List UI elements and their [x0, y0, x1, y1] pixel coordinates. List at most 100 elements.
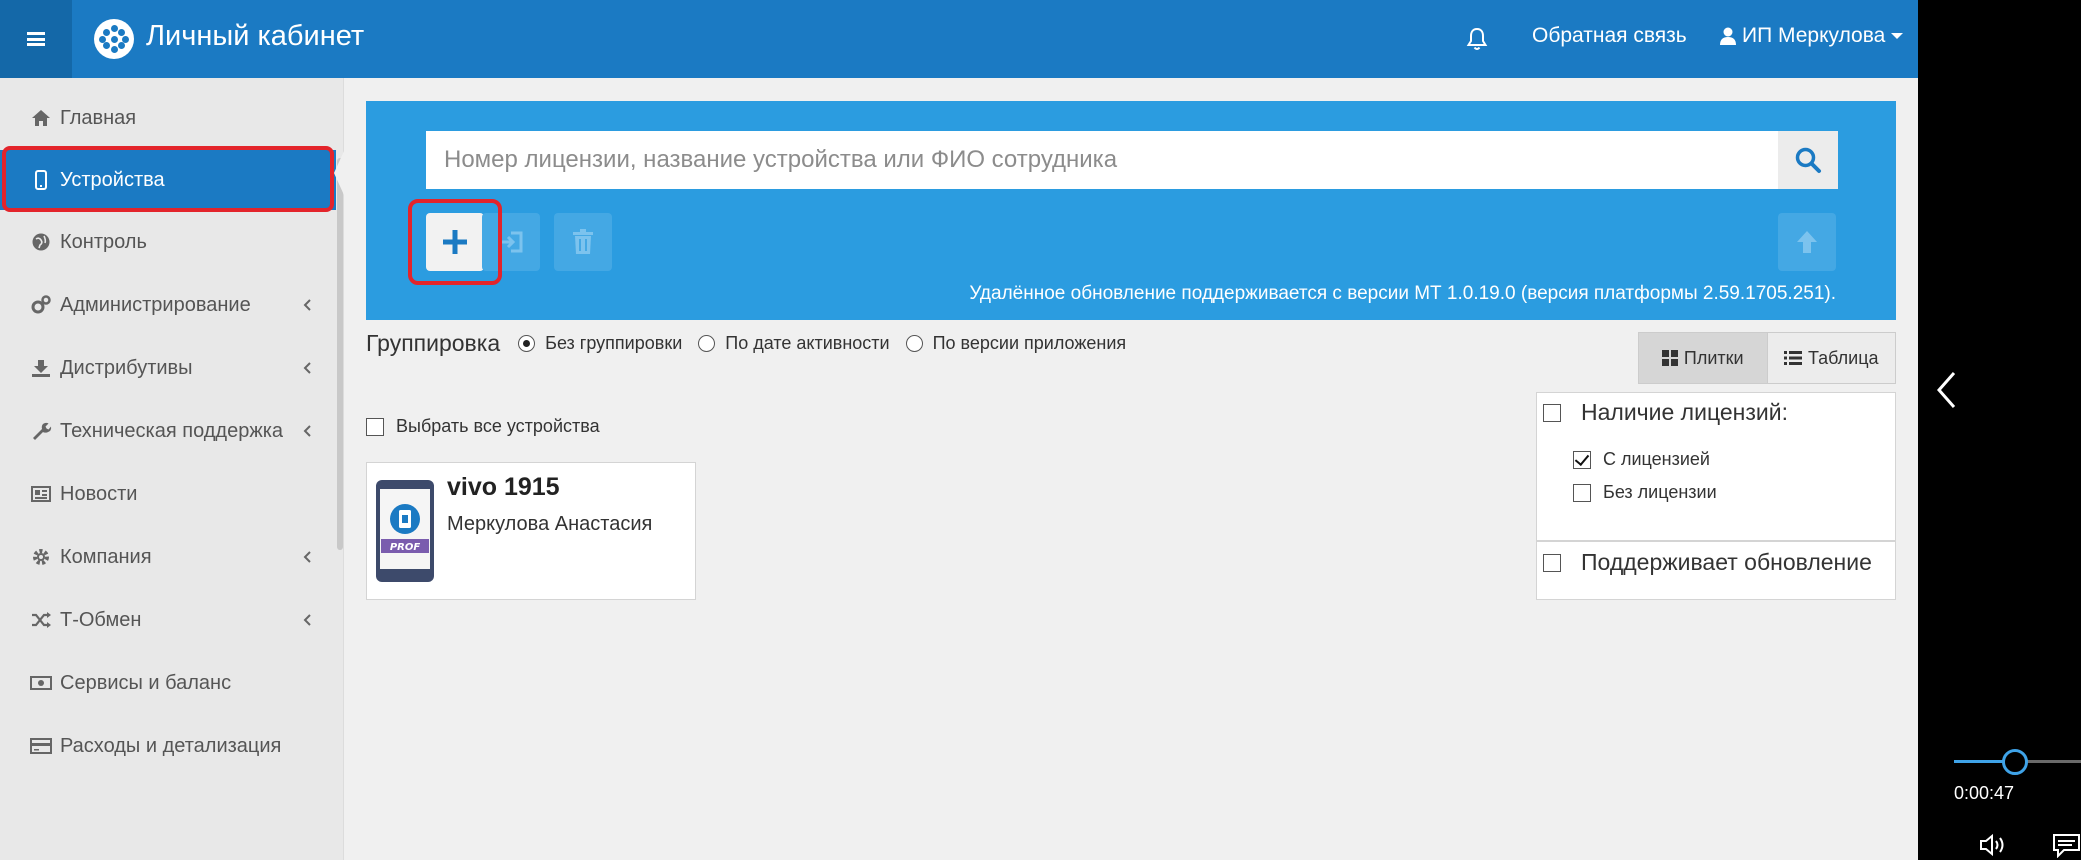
filter-licenses[interactable]: Наличие лицензий:	[1543, 399, 1788, 426]
sidebar-item-label: Устройства	[60, 168, 165, 191]
grouping-bar: Группировка Без группировки По дате акти…	[366, 330, 1142, 357]
money-icon	[30, 676, 52, 690]
feedback-link[interactable]: Обратная связь	[1532, 24, 1687, 48]
sidebar-item-expenses[interactable]: Расходы и детализация	[0, 716, 336, 776]
search-button[interactable]	[1778, 131, 1838, 189]
divider	[1537, 540, 1895, 542]
sidebar-item-label: Т-Обмен	[60, 608, 142, 631]
filter-without-license[interactable]: Без лицензии	[1573, 482, 1717, 503]
device-phone-icon: PROF	[376, 480, 434, 582]
supports-update-label: Поддерживает обновление	[1581, 549, 1872, 575]
search-panel: Удалённое обновление поддерживается с ве…	[366, 101, 1896, 320]
trash-icon	[573, 229, 593, 254]
sidebar-item-distributions[interactable]: Дистрибутивы	[0, 338, 336, 398]
th-large-icon	[1661, 350, 1678, 366]
sidebar-item-home[interactable]: Главная	[0, 88, 336, 148]
sidebar-item-label: Сервисы и баланс	[60, 671, 232, 694]
device-tile[interactable]: PROF vivo 1915 Меркулова Анастасия	[366, 462, 696, 600]
mobile-icon	[35, 170, 47, 190]
list-icon	[1783, 351, 1802, 365]
sidebar-item-news[interactable]: Новости	[0, 464, 336, 524]
sidebar-item-label: Новости	[60, 482, 138, 505]
licenses-title: Наличие лицензий:	[1581, 399, 1788, 425]
sidebar-scrollbar[interactable]	[337, 158, 343, 550]
sidebar-item-support[interactable]: Техническая поддержка	[0, 401, 336, 461]
with-license-label: С лицензией	[1603, 449, 1710, 469]
licenses-checkbox[interactable]	[1543, 403, 1561, 422]
sidebar-item-administration[interactable]: Администрирование	[0, 275, 336, 335]
filter-with-license[interactable]: С лицензией	[1573, 449, 1710, 470]
gear-icon	[33, 549, 49, 565]
bell-icon[interactable]	[1465, 26, 1489, 52]
search-icon	[1795, 147, 1821, 173]
radio-no-grouping[interactable]: Без группировки	[518, 333, 682, 354]
sign-in-icon	[499, 231, 523, 253]
upload-button[interactable]	[1778, 213, 1836, 271]
sidebar-item-label: Дистрибутивы	[60, 356, 193, 379]
sidebar-item-label: Расходы и детализация	[60, 734, 282, 757]
import-button[interactable]	[482, 213, 540, 271]
table-view-button[interactable]: Таблица	[1767, 333, 1895, 383]
playback-time: 0:00:47	[1954, 783, 2015, 803]
plus-icon	[443, 230, 467, 254]
captions-icon[interactable]	[2052, 832, 2081, 858]
radio-by-app-version[interactable]: По версии приложения	[905, 333, 1127, 354]
tiles-view-label: Плитки	[1683, 347, 1744, 368]
newspaper-icon	[31, 486, 51, 502]
hamburger-icon	[27, 32, 45, 46]
sidebar-item-label: Главная	[60, 106, 137, 129]
select-all-checkbox[interactable]	[366, 417, 384, 436]
delete-button[interactable]	[554, 213, 612, 271]
sidebar-item-control[interactable]: Контроль	[0, 212, 336, 272]
radio-label: Без группировки	[545, 333, 683, 353]
sidebar-item-devices[interactable]: Устройства	[0, 150, 336, 210]
supports-update-checkbox[interactable]	[1543, 553, 1561, 572]
radio-button[interactable]	[518, 335, 536, 352]
active-item-pointer	[334, 151, 344, 195]
radio-button[interactable]	[905, 335, 923, 352]
radio-button[interactable]	[698, 335, 716, 352]
chevron-left-icon[interactable]	[1934, 370, 1960, 410]
with-license-checkbox[interactable]	[1573, 450, 1591, 469]
logo-icon	[94, 19, 134, 59]
chevron-left-icon	[303, 299, 311, 311]
arrow-up-icon	[1797, 231, 1817, 253]
radio-label: По версии приложения	[932, 333, 1127, 353]
sidebar-item-t-exchange[interactable]: Т-Обмен	[0, 590, 336, 650]
radio-label: По дате активности	[725, 333, 890, 353]
sidebar-item-services-balance[interactable]: Сервисы и баланс	[0, 653, 336, 713]
view-toggle: Плитки Таблица	[1638, 332, 1896, 384]
user-menu[interactable]: ИП Меркулова	[1720, 24, 1904, 48]
select-all-devices[interactable]: Выбрать все устройства	[366, 416, 600, 437]
shuffle-icon	[32, 612, 51, 628]
update-note: Удалённое обновление поддерживается с ве…	[969, 283, 1836, 304]
sidebar-item-label: Администрирование	[60, 293, 251, 316]
add-device-button[interactable]	[426, 213, 484, 271]
sidebar-item-label: Техническая поддержка	[60, 419, 284, 442]
volume-icon[interactable]	[1978, 832, 2008, 858]
download-icon	[32, 360, 50, 377]
radio-by-activity-date[interactable]: По дате активности	[698, 333, 890, 354]
search-input[interactable]	[426, 131, 1778, 189]
menu-toggle-button[interactable]	[0, 0, 72, 78]
filters-panel: Наличие лицензий: С лицензией Без лиценз…	[1536, 392, 1896, 600]
sidebar-item-label: Контроль	[60, 230, 147, 253]
globe-icon	[32, 233, 50, 251]
top-bar: Личный кабинет Обратная связь ИП Меркуло…	[0, 0, 1918, 78]
table-view-label: Таблица	[1807, 347, 1879, 368]
prof-badge: PROF	[390, 542, 421, 553]
without-license-checkbox[interactable]	[1573, 483, 1591, 502]
user-name: ИП Меркулова	[1742, 24, 1886, 47]
tiles-view-button[interactable]: Плитки	[1639, 333, 1768, 383]
home-icon	[32, 110, 50, 126]
card-icon	[30, 738, 52, 754]
sidebar-item-company[interactable]: Компания	[0, 527, 336, 587]
caret-down-icon	[1891, 33, 1904, 39]
without-license-label: Без лицензии	[1603, 482, 1717, 502]
seek-handle[interactable]	[2001, 749, 2028, 775]
user-icon	[1720, 27, 1736, 45]
filter-supports-update[interactable]: Поддерживает обновление	[1543, 549, 1872, 576]
app-title: Личный кабинет	[146, 20, 365, 52]
chevron-left-icon	[303, 614, 311, 626]
gears-icon	[31, 295, 51, 314]
